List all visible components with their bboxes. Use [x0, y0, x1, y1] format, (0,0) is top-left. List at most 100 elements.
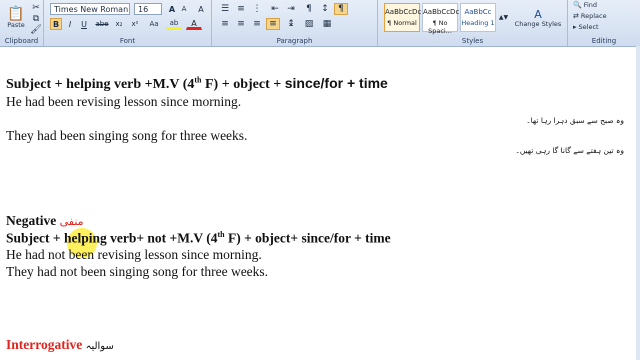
- select-label: Select: [578, 23, 599, 31]
- grow-font-button[interactable]: A: [166, 3, 178, 15]
- italic-button[interactable]: I: [64, 18, 76, 30]
- highlight-label: ab: [169, 19, 179, 27]
- subscript-label: x₂: [115, 20, 123, 28]
- find-icon: 🔍: [573, 0, 582, 9]
- superscript-button[interactable]: x²: [128, 18, 142, 30]
- change-case-label: Aa: [149, 20, 159, 28]
- superscript-label: x²: [131, 20, 139, 28]
- style-normal[interactable]: AaBbCcDc ¶ Normal: [384, 3, 422, 32]
- subscript-button[interactable]: x₂: [112, 18, 126, 30]
- bullets-icon[interactable]: ☰: [218, 3, 232, 15]
- bold-label: B: [52, 19, 60, 29]
- increase-indent-icon[interactable]: ⇥: [284, 3, 298, 15]
- urdu-translation-2: وہ تین ہفتے سے گانا گا رہی تھیں۔: [515, 146, 624, 155]
- grow-font-label: A: [168, 4, 176, 14]
- bold-button[interactable]: B: [50, 18, 62, 30]
- format-painter-icon[interactable]: 🖌: [30, 25, 42, 35]
- font-group: Times New Roman 16 A A A B I U abe x₂ x²…: [44, 0, 212, 46]
- clipboard-group-label: Clipboard: [4, 37, 39, 45]
- replace-button[interactable]: ⇄ Replace: [572, 11, 632, 21]
- replace-label: Replace: [580, 12, 607, 20]
- formula2-sup: th: [217, 230, 225, 239]
- editing-group: 🔍 Find ⇄ Replace ▸ Select Editing: [568, 0, 640, 46]
- align-left-icon[interactable]: ≡: [218, 18, 232, 30]
- example-sentence-1: He had been revising lesson since mornin…: [6, 94, 242, 109]
- style-normal-name: ¶ Normal: [387, 19, 417, 27]
- copy-icon[interactable]: ⧉: [30, 14, 42, 24]
- font-size-select[interactable]: 16: [134, 3, 162, 15]
- example-sentence-2: They had been singing song for three wee…: [6, 128, 248, 143]
- document-page[interactable]: Subject + helping verb +M.V (4 th F) + ob…: [0, 47, 640, 360]
- formula1-pre: Subject + helping verb +M.V (4: [6, 77, 195, 92]
- negative-sentence-1: He had not been revising lesson since mo…: [6, 247, 262, 262]
- replace-icon: ⇄: [573, 11, 579, 20]
- styles-scroll-icon[interactable]: ▲▼: [499, 3, 508, 32]
- align-center-icon[interactable]: ≡: [234, 18, 248, 30]
- change-styles-button[interactable]: A Change Styles: [512, 2, 564, 34]
- formula-affirmative: Subject + helping verb +M.V (4th F) + ob…: [6, 75, 388, 93]
- strikethrough-label: abe: [95, 20, 109, 28]
- style-heading-1-name: Heading 1: [461, 19, 495, 27]
- underline-button[interactable]: U: [78, 18, 90, 30]
- negative-heading-text: Negative: [6, 213, 57, 228]
- font-size-value: 16: [138, 4, 149, 14]
- shrink-font-label: A: [181, 5, 187, 13]
- styles-group: AaBbCcDc ¶ Normal AaBbCcDc ¶ No Spaci...…: [378, 0, 568, 46]
- style-heading-1-sample: AaBbCc: [464, 8, 492, 16]
- font-name-select[interactable]: Times New Roman: [50, 3, 130, 15]
- clear-formatting-label: A: [198, 4, 204, 14]
- shrink-font-button[interactable]: A: [178, 3, 190, 15]
- line-spacing-icon[interactable]: ↨: [284, 18, 298, 30]
- font-color-button[interactable]: A: [186, 18, 202, 30]
- style-no-spacing-name: ¶ No Spaci...: [428, 19, 452, 35]
- find-label: Find: [583, 1, 598, 9]
- style-heading-1[interactable]: AaBbCc Heading 1: [460, 3, 496, 32]
- negative-urdu-label: منفی: [59, 215, 84, 228]
- style-no-spacing[interactable]: AaBbCcDc ¶ No Spaci...: [422, 3, 460, 35]
- rtl-icon[interactable]: ¶: [302, 3, 316, 15]
- find-button[interactable]: 🔍 Find: [572, 0, 632, 10]
- negative-heading: Negative منفی: [6, 213, 84, 229]
- urdu-translation-1: وہ صبح سے سبق دہرا رہا تھا۔: [526, 116, 624, 125]
- decrease-indent-icon[interactable]: ⇤: [268, 3, 282, 15]
- interrogative-heading: Interrogative سوالیہ: [6, 337, 114, 353]
- formula-negative: Subject + helping verb+ not +M.V (4th F)…: [6, 230, 391, 247]
- styles-group-label: Styles: [461, 37, 484, 45]
- font-name-value: Times New Roman: [54, 4, 129, 14]
- font-group-label: Font: [119, 37, 136, 45]
- highlight-button[interactable]: ab: [166, 18, 182, 30]
- sort-icon[interactable]: ↕: [318, 3, 332, 15]
- paste-icon: 📋: [7, 6, 25, 22]
- borders-icon[interactable]: ▦: [320, 18, 334, 30]
- show-marks-icon[interactable]: ¶: [334, 3, 348, 15]
- paste-button[interactable]: 📋 Paste: [4, 2, 28, 34]
- align-right-icon[interactable]: ≡: [250, 18, 264, 30]
- style-no-spacing-sample: AaBbCcDc: [423, 8, 460, 16]
- vertical-scrollbar[interactable]: [636, 46, 640, 360]
- italic-label: I: [68, 19, 72, 29]
- shading-icon[interactable]: ▨: [302, 18, 316, 30]
- clear-formatting-button[interactable]: A: [194, 3, 208, 15]
- font-color-label: A: [191, 18, 197, 28]
- underline-label: U: [81, 19, 87, 29]
- numbering-icon[interactable]: ≡: [234, 3, 248, 15]
- multilevel-list-icon[interactable]: ⋮: [250, 3, 264, 15]
- formula2-post: F) + object+ since/for + time: [224, 230, 391, 246]
- strikethrough-button[interactable]: abe: [94, 18, 110, 30]
- change-case-button[interactable]: Aa: [146, 18, 162, 30]
- select-icon: ▸: [573, 22, 577, 31]
- select-button[interactable]: ▸ Select: [572, 22, 632, 32]
- formula1-tail: since/for + time: [284, 75, 388, 91]
- editing-group-label: Editing: [591, 37, 617, 45]
- interrogative-urdu-label: سوالیہ: [85, 341, 114, 352]
- negative-sentence-2: They had not been singing song for three…: [6, 264, 269, 279]
- change-styles-label: Change Styles: [514, 19, 562, 28]
- interrogative-heading-text: Interrogative: [6, 337, 83, 352]
- formula1-mid: F) + object +: [201, 77, 285, 92]
- paragraph-group: ☰ ≡ ⋮ ⇤ ⇥ ¶ ↕ ¶ ≡ ≡ ≡ ≡ ↨ ▨ ▦ Paragraph: [212, 0, 378, 46]
- style-normal-sample: AaBbCcDc: [385, 8, 422, 16]
- justify-icon[interactable]: ≡: [266, 18, 280, 30]
- paragraph-group-label: Paragraph: [276, 37, 313, 45]
- change-styles-icon: A: [534, 7, 542, 21]
- cut-icon[interactable]: ✂: [30, 3, 42, 13]
